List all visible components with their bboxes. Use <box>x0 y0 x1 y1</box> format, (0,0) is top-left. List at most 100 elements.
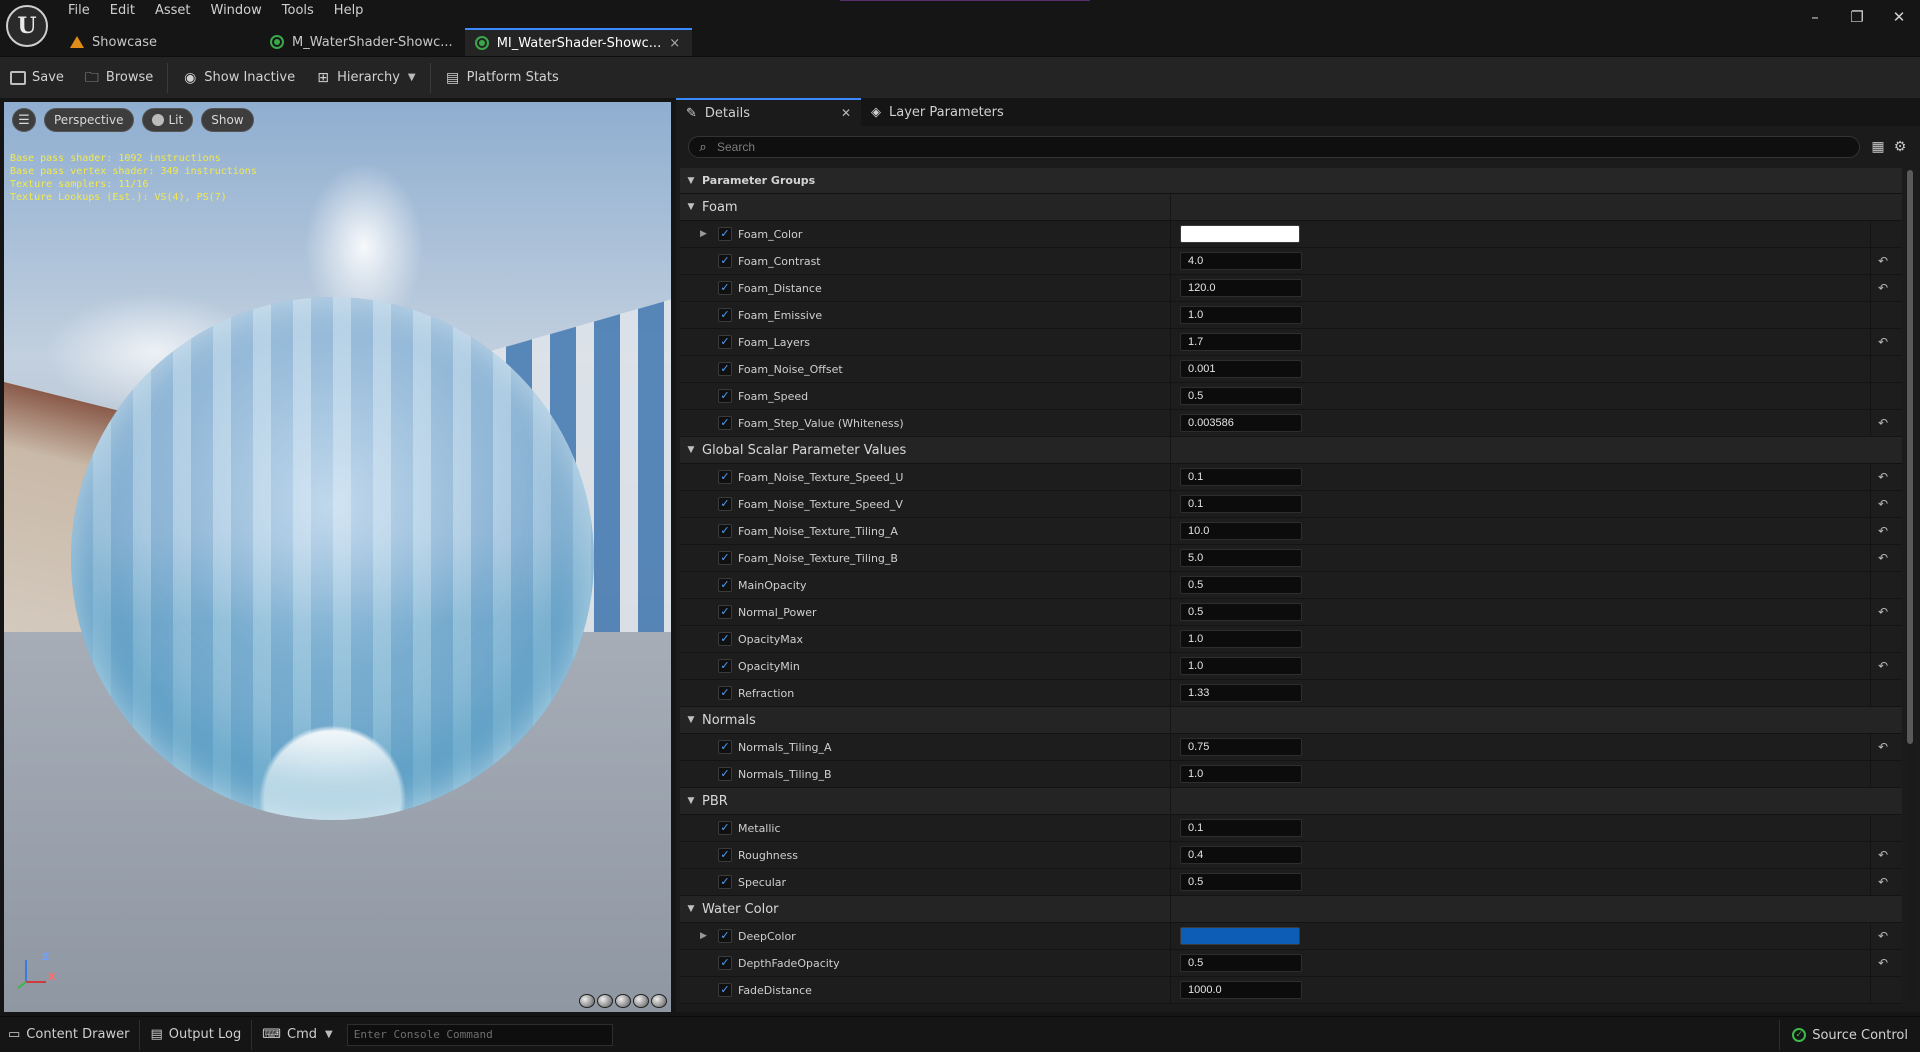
parameter-override-checkbox[interactable]: ✓ <box>718 956 732 970</box>
reset-to-default-icon[interactable]: ↶ <box>1878 605 1888 619</box>
reset-to-default-icon[interactable]: ↶ <box>1878 335 1888 349</box>
tab-layer-parameters[interactable]: ◈ Layer Parameters <box>861 98 1014 126</box>
menu-tools[interactable]: Tools <box>272 0 324 22</box>
parameter-group-header[interactable]: ▼ Foam <box>680 194 1902 221</box>
parameter-groups-header[interactable]: ▼ Parameter Groups <box>680 168 1902 194</box>
viewport-options-button[interactable]: ☰ <box>12 108 36 132</box>
parameter-value-field[interactable]: 1.33 <box>1180 684 1302 702</box>
preview-sphere-icon[interactable] <box>597 994 613 1008</box>
tab-material[interactable]: M_WaterShader-Showc... <box>260 28 465 56</box>
parameter-value-field[interactable]: 1.7 <box>1180 333 1302 351</box>
parameter-value-field[interactable]: 10.0 <box>1180 522 1302 540</box>
parameter-value-field[interactable]: 0.5 <box>1180 603 1302 621</box>
restore-button[interactable]: ❐ <box>1836 0 1878 34</box>
browse-button[interactable]: 🗀 Browse <box>74 63 163 93</box>
reset-to-default-icon[interactable]: ↶ <box>1878 659 1888 673</box>
reset-to-default-icon[interactable]: ↶ <box>1878 956 1888 970</box>
close-tab-icon[interactable]: ✕ <box>841 106 851 120</box>
parameter-value-field[interactable]: 5.0 <box>1180 549 1302 567</box>
parameter-override-checkbox[interactable]: ✓ <box>718 821 732 835</box>
parameter-override-checkbox[interactable]: ✓ <box>718 659 732 673</box>
reset-to-default-icon[interactable]: ↶ <box>1878 497 1888 511</box>
parameter-override-checkbox[interactable]: ✓ <box>718 524 732 538</box>
menu-edit[interactable]: Edit <box>100 0 145 22</box>
reset-to-default-icon[interactable]: ↶ <box>1878 416 1888 430</box>
parameter-group-header[interactable]: ▼ PBR <box>680 788 1902 815</box>
parameter-value-field[interactable]: 1.0 <box>1180 657 1302 675</box>
parameter-value-field[interactable]: 0.75 <box>1180 738 1302 756</box>
material-preview-viewport[interactable]: ☰ Perspective Lit Show Base pass shader:… <box>4 102 671 1012</box>
reset-to-default-icon[interactable]: ↶ <box>1878 551 1888 565</box>
gear-icon[interactable]: ⚙ <box>1892 139 1908 155</box>
parameter-group-header[interactable]: ▼ Water Color <box>680 896 1902 923</box>
parameter-override-checkbox[interactable]: ✓ <box>718 875 732 889</box>
reset-to-default-icon[interactable]: ↶ <box>1878 929 1888 943</box>
menu-window[interactable]: Window <box>201 0 272 22</box>
preview-plane-icon[interactable] <box>615 994 631 1008</box>
parameter-override-checkbox[interactable]: ✓ <box>718 848 732 862</box>
parameter-value-field[interactable]: 0.1 <box>1180 819 1302 837</box>
parameter-value-field[interactable]: 1.0 <box>1180 630 1302 648</box>
parameter-override-checkbox[interactable]: ✓ <box>718 578 732 592</box>
reset-to-default-icon[interactable]: ↶ <box>1878 281 1888 295</box>
reset-to-default-icon[interactable]: ↶ <box>1878 875 1888 889</box>
parameter-value-field[interactable]: 0.5 <box>1180 387 1302 405</box>
show-button[interactable]: Show <box>201 108 254 132</box>
tab-details[interactable]: ✎ Details ✕ <box>676 98 861 126</box>
source-control-button[interactable]: ✓ Source Control <box>1779 1020 1920 1050</box>
perspective-button[interactable]: Perspective <box>44 108 134 132</box>
parameter-override-checkbox[interactable]: ✓ <box>718 470 732 484</box>
unreal-logo-icon[interactable]: U <box>6 5 48 47</box>
close-window-button[interactable]: ✕ <box>1878 0 1920 34</box>
parameter-override-checkbox[interactable]: ✓ <box>718 605 732 619</box>
details-scrollbar[interactable] <box>1906 170 1914 1006</box>
preview-cube-icon[interactable] <box>633 994 649 1008</box>
preview-cylinder-icon[interactable] <box>579 994 595 1008</box>
reset-to-default-icon[interactable]: ↶ <box>1878 740 1888 754</box>
color-swatch[interactable] <box>1180 927 1300 945</box>
parameter-override-checkbox[interactable]: ✓ <box>718 308 732 322</box>
parameter-value-field[interactable]: 0.5 <box>1180 576 1302 594</box>
parameter-group-header[interactable]: ▼ Global Scalar Parameter Values <box>680 437 1902 464</box>
parameter-override-checkbox[interactable]: ✓ <box>718 254 732 268</box>
table-view-icon[interactable]: ▦ <box>1870 139 1886 155</box>
parameter-value-field[interactable]: 4.0 <box>1180 252 1302 270</box>
menu-file[interactable]: File <box>58 0 100 22</box>
reset-to-default-icon[interactable]: ↶ <box>1878 254 1888 268</box>
parameter-override-checkbox[interactable]: ✓ <box>718 767 732 781</box>
expand-arrow-icon[interactable]: ▶ <box>700 931 707 941</box>
parameter-value-field[interactable]: 0.5 <box>1180 954 1302 972</box>
parameter-value-field[interactable]: 1000.0 <box>1180 981 1302 999</box>
parameter-override-checkbox[interactable]: ✓ <box>718 740 732 754</box>
lit-button[interactable]: Lit <box>141 108 194 132</box>
tab-showcase[interactable]: Showcase <box>60 28 260 56</box>
close-tab-icon[interactable]: × <box>669 36 680 51</box>
output-log-button[interactable]: ▤ Output Log <box>142 1020 249 1050</box>
parameter-override-checkbox[interactable]: ✓ <box>718 335 732 349</box>
parameter-value-field[interactable]: 120.0 <box>1180 279 1302 297</box>
parameter-override-checkbox[interactable]: ✓ <box>718 686 732 700</box>
scrollbar-thumb[interactable] <box>1907 170 1913 744</box>
parameter-value-field[interactable]: 0.5 <box>1180 873 1302 891</box>
save-button[interactable]: Save <box>0 63 74 93</box>
parameter-override-checkbox[interactable]: ✓ <box>718 983 732 997</box>
parameter-override-checkbox[interactable]: ✓ <box>718 929 732 943</box>
hierarchy-button[interactable]: ⊞ Hierarchy ▼ <box>305 63 426 93</box>
show-inactive-button[interactable]: ◉ Show Inactive <box>172 63 305 93</box>
preview-custom-mesh-icon[interactable] <box>651 994 667 1008</box>
color-swatch[interactable] <box>1180 225 1300 243</box>
cmd-dropdown[interactable]: ⌨ Cmd ▼ <box>254 1020 340 1050</box>
parameter-override-checkbox[interactable]: ✓ <box>718 497 732 511</box>
menu-help[interactable]: Help <box>324 0 374 22</box>
parameter-value-field[interactable]: 0.4 <box>1180 846 1302 864</box>
reset-to-default-icon[interactable]: ↶ <box>1878 470 1888 484</box>
parameter-value-field[interactable]: 1.0 <box>1180 765 1302 783</box>
tab-material-instance[interactable]: MI_WaterShader-Showc... × <box>464 28 693 56</box>
menu-asset[interactable]: Asset <box>145 0 201 22</box>
parameter-value-field[interactable]: 0.001 <box>1180 360 1302 378</box>
parameter-value-field[interactable]: 0.003586 <box>1180 414 1302 432</box>
parameter-value-field[interactable]: 0.1 <box>1180 495 1302 513</box>
parameter-override-checkbox[interactable]: ✓ <box>718 389 732 403</box>
console-command-input[interactable] <box>346 1023 613 1046</box>
parameter-override-checkbox[interactable]: ✓ <box>718 281 732 295</box>
